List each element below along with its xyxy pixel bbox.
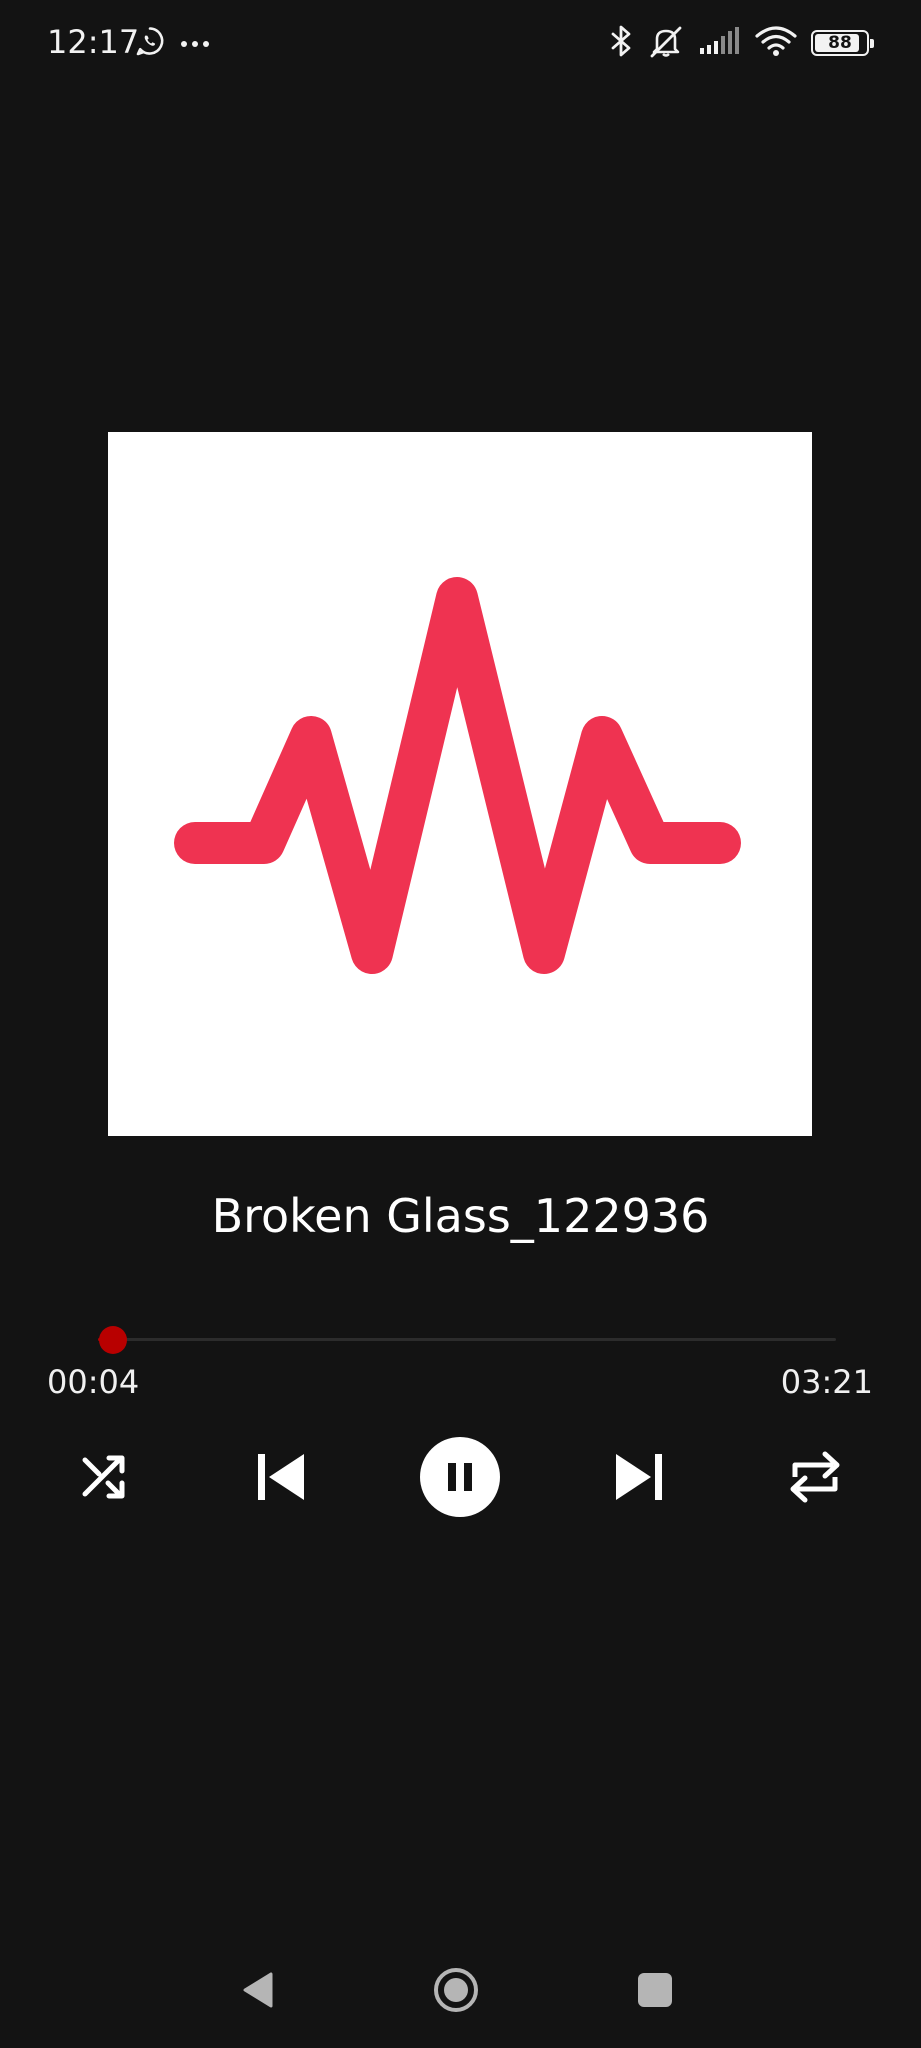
seek-thumb[interactable]	[98, 1326, 127, 1354]
home-icon	[434, 1968, 478, 2012]
wifi-icon	[755, 25, 797, 61]
repeat-button[interactable]	[775, 1437, 855, 1517]
notification-icons	[134, 26, 210, 60]
playback-controls	[0, 1437, 921, 1517]
next-icon	[616, 1454, 662, 1500]
next-button[interactable]	[599, 1437, 679, 1517]
shuffle-button[interactable]	[65, 1437, 145, 1517]
back-button[interactable]	[217, 1950, 297, 2030]
whatsapp-icon	[134, 25, 166, 61]
pause-button[interactable]	[420, 1437, 500, 1517]
more-dots-icon	[180, 34, 210, 53]
seek-bar[interactable]	[98, 1322, 836, 1358]
seek-track	[98, 1338, 836, 1341]
waveform-icon	[174, 577, 741, 974]
silent-mode-icon	[647, 23, 685, 63]
signal-icon	[699, 26, 741, 60]
shuffle-icon	[82, 1455, 125, 1499]
previous-icon	[258, 1454, 304, 1500]
system-status-icons: 88	[609, 22, 874, 64]
bluetooth-icon	[609, 24, 633, 62]
music-player-screen: 12:17 88 Broken Glass_122936 00:04 03:21	[0, 0, 921, 2048]
repeat-icon	[790, 1451, 840, 1503]
system-nav-bar	[0, 1950, 921, 2030]
elapsed-time: 00:04	[47, 1363, 140, 1401]
recents-icon	[638, 1973, 672, 2007]
home-button[interactable]	[416, 1950, 496, 2030]
battery-level: 88	[828, 33, 852, 53]
back-icon	[243, 1972, 273, 2008]
album-artwork	[108, 432, 812, 1136]
recents-button[interactable]	[615, 1950, 695, 2030]
previous-button[interactable]	[241, 1437, 321, 1517]
status-bar: 12:17 88	[0, 0, 921, 86]
battery-icon: 88	[811, 30, 874, 56]
pause-icon	[448, 1463, 472, 1491]
status-time: 12:17	[47, 23, 140, 61]
track-title: Broken Glass_122936	[211, 1189, 710, 1243]
total-duration: 03:21	[780, 1363, 873, 1401]
